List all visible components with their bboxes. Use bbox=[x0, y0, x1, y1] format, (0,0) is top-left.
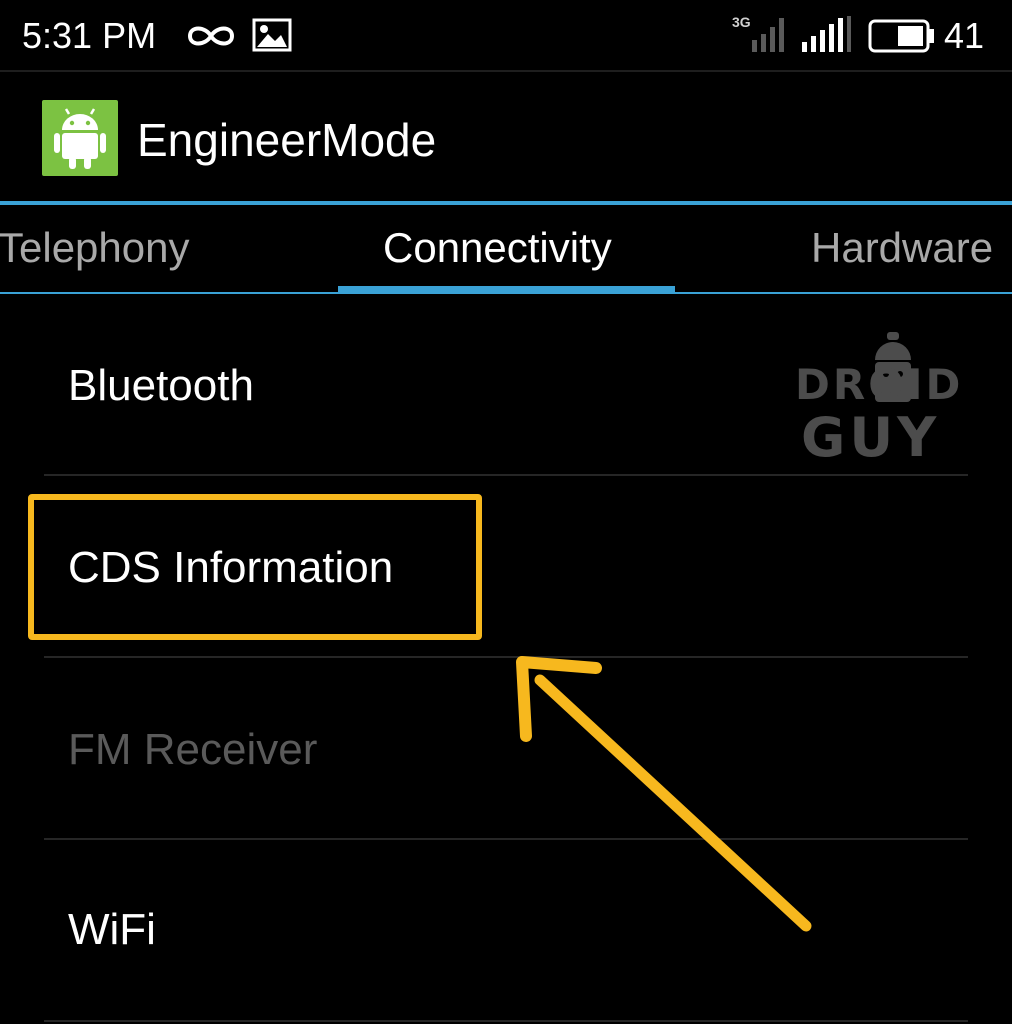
list-item-label: WiFi bbox=[68, 905, 156, 954]
battery-icon bbox=[868, 19, 934, 53]
watermark-text-bottom: GUY bbox=[801, 406, 941, 469]
app-title: EngineerMode bbox=[137, 114, 437, 166]
battery-percent: 41 bbox=[944, 15, 985, 56]
watermark-text-top: DROID bbox=[795, 360, 964, 409]
status-bar: 5:31 PM 3G 41 bbox=[0, 0, 1012, 72]
tab-connectivity[interactable]: Connectivity bbox=[383, 222, 612, 274]
tab-hardware[interactable]: Hardware bbox=[811, 222, 993, 274]
screen: 5:31 PM 3G 41 EngineerMode Telephony Con… bbox=[0, 0, 1012, 1024]
list-item-label: FM Receiver bbox=[68, 725, 318, 774]
action-bar: EngineerMode bbox=[0, 72, 1012, 202]
tab-telephony[interactable]: Telephony bbox=[0, 222, 189, 274]
highlight-box bbox=[28, 494, 482, 640]
list-item-label: Bluetooth bbox=[68, 361, 254, 410]
list-divider bbox=[44, 1020, 968, 1022]
status-time: 5:31 PM bbox=[22, 15, 157, 56]
tab-selection-indicator bbox=[338, 286, 675, 294]
signal-bars-icon bbox=[802, 16, 851, 52]
android-robot-icon bbox=[54, 108, 106, 169]
network-type-label: 3G bbox=[732, 14, 751, 30]
annotation-arrow-icon bbox=[516, 656, 812, 932]
image-notification-icon bbox=[252, 18, 292, 52]
infinity-icon bbox=[187, 26, 235, 46]
app-icon[interactable] bbox=[42, 100, 118, 176]
watermark-logo: DROID GUY bbox=[795, 330, 985, 470]
tabs-top-divider bbox=[0, 201, 1012, 205]
